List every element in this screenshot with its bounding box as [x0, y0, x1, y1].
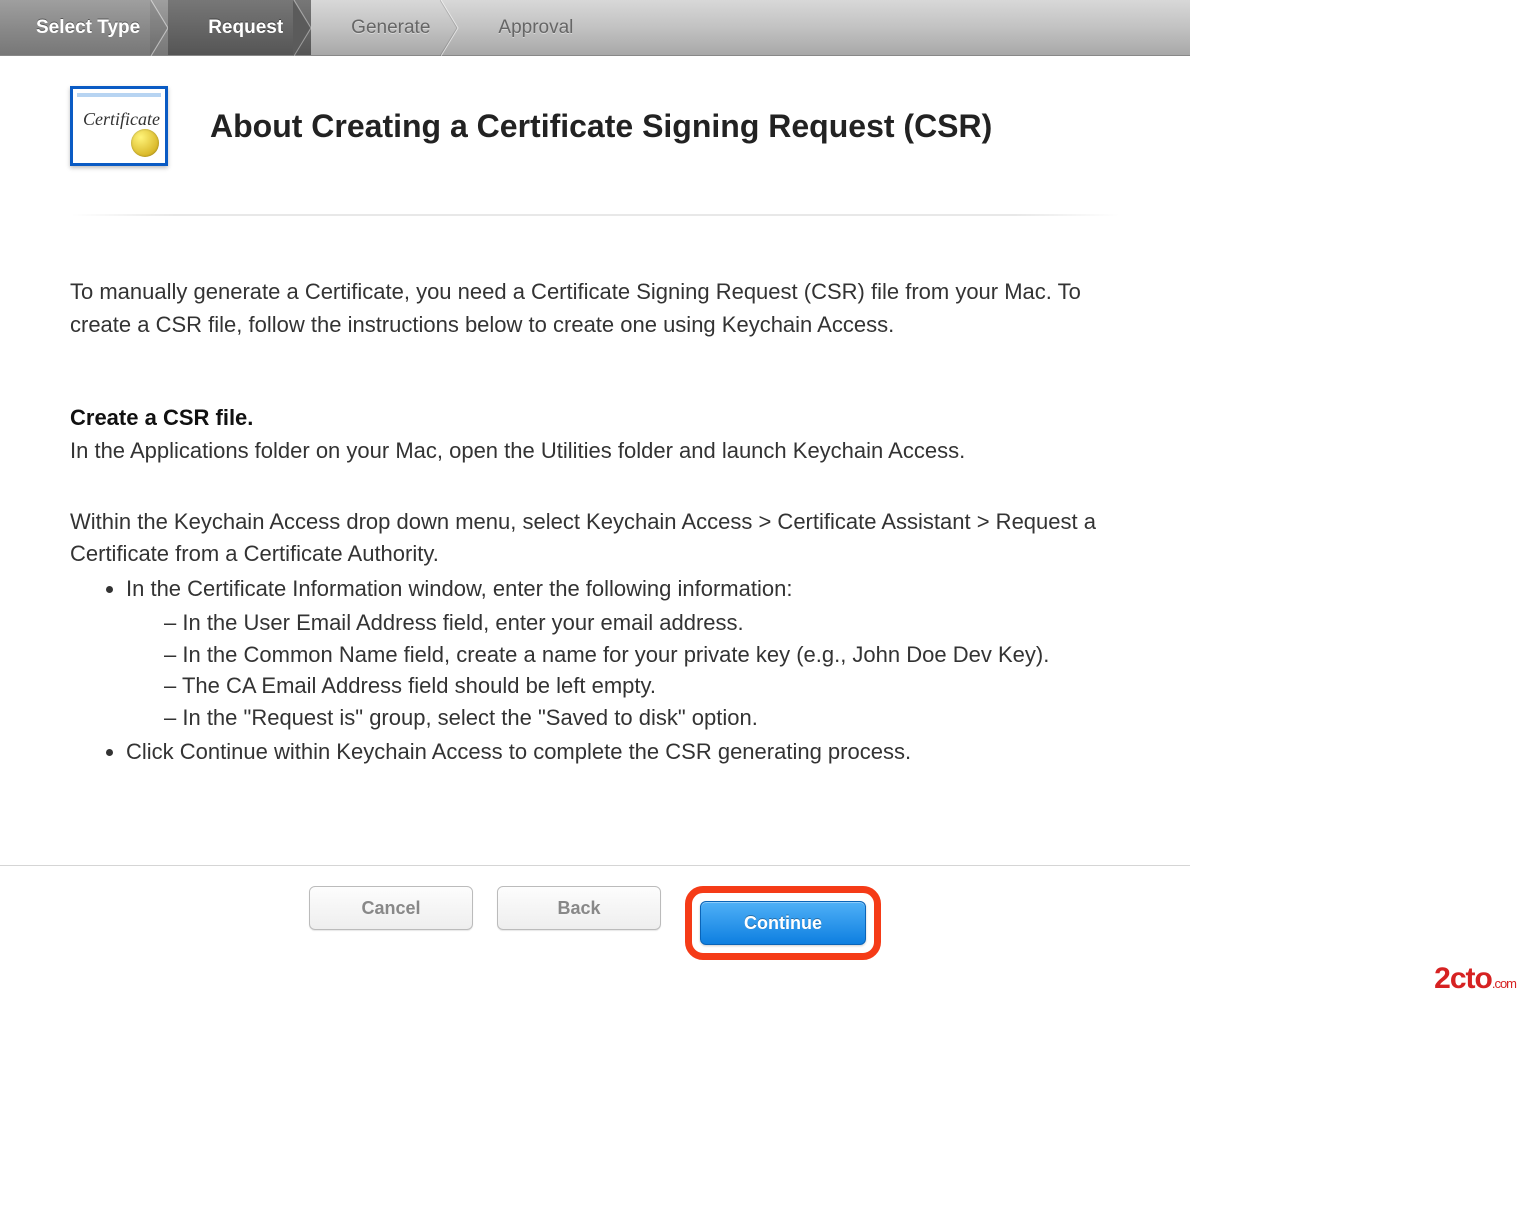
highlight-annotation: Continue — [685, 886, 881, 960]
certificate-icon: Certificate — [70, 86, 168, 166]
watermark: 2cto.com — [1434, 962, 1516, 996]
menu-path-text: Within the Keychain Access drop down men… — [70, 506, 1120, 571]
button-label: Continue — [744, 913, 822, 934]
bullet-text: Click Continue within Keychain Access to… — [126, 739, 911, 764]
list-item: Click Continue within Keychain Access to… — [126, 736, 1120, 768]
intro-text: To manually generate a Certificate, you … — [70, 276, 1120, 341]
wizard-step-label: Select Type — [36, 17, 140, 39]
page-title: About Creating a Certificate Signing Req… — [210, 108, 992, 145]
dash-item: In the Common Name field, create a name … — [164, 639, 1120, 671]
wizard-step-generate: Generate — [311, 0, 458, 55]
wizard-step-select-type[interactable]: Select Type — [0, 0, 168, 55]
section-sub-text: In the Applications folder on your Mac, … — [70, 435, 1120, 468]
instructions: Within the Keychain Access drop down men… — [70, 506, 1120, 768]
bullet-text: In the Certificate Information window, e… — [126, 576, 792, 601]
button-label: Cancel — [361, 898, 420, 919]
seal-icon — [131, 129, 159, 157]
wizard-step-label: Request — [208, 17, 283, 39]
watermark-suffix: .com — [1492, 976, 1516, 991]
dash-item: The CA Email Address field should be lef… — [164, 670, 1120, 702]
wizard-step-label: Generate — [351, 17, 430, 39]
button-row: Cancel Back Continue — [0, 865, 1190, 960]
list-item: In the Certificate Information window, e… — [126, 573, 1120, 734]
wizard-steps-bar: Select Type Request Generate Approval — [0, 0, 1190, 56]
back-button[interactable]: Back — [497, 886, 661, 930]
dash-item: In the User Email Address field, enter y… — [164, 607, 1120, 639]
watermark-main: 2cto — [1434, 962, 1492, 995]
continue-button[interactable]: Continue — [700, 901, 866, 945]
certificate-icon-label: Certificate — [83, 109, 160, 130]
cancel-button[interactable]: Cancel — [309, 886, 473, 930]
section-heading: Create a CSR file. — [70, 405, 1120, 431]
wizard-step-approval: Approval — [458, 0, 601, 55]
button-label: Back — [557, 898, 600, 919]
divider — [70, 214, 1120, 216]
main-content: Certificate About Creating a Certificate… — [0, 56, 1190, 768]
dash-item: In the "Request is" group, select the "S… — [164, 702, 1120, 734]
wizard-step-label: Approval — [498, 17, 573, 39]
wizard-step-request[interactable]: Request — [168, 0, 311, 55]
